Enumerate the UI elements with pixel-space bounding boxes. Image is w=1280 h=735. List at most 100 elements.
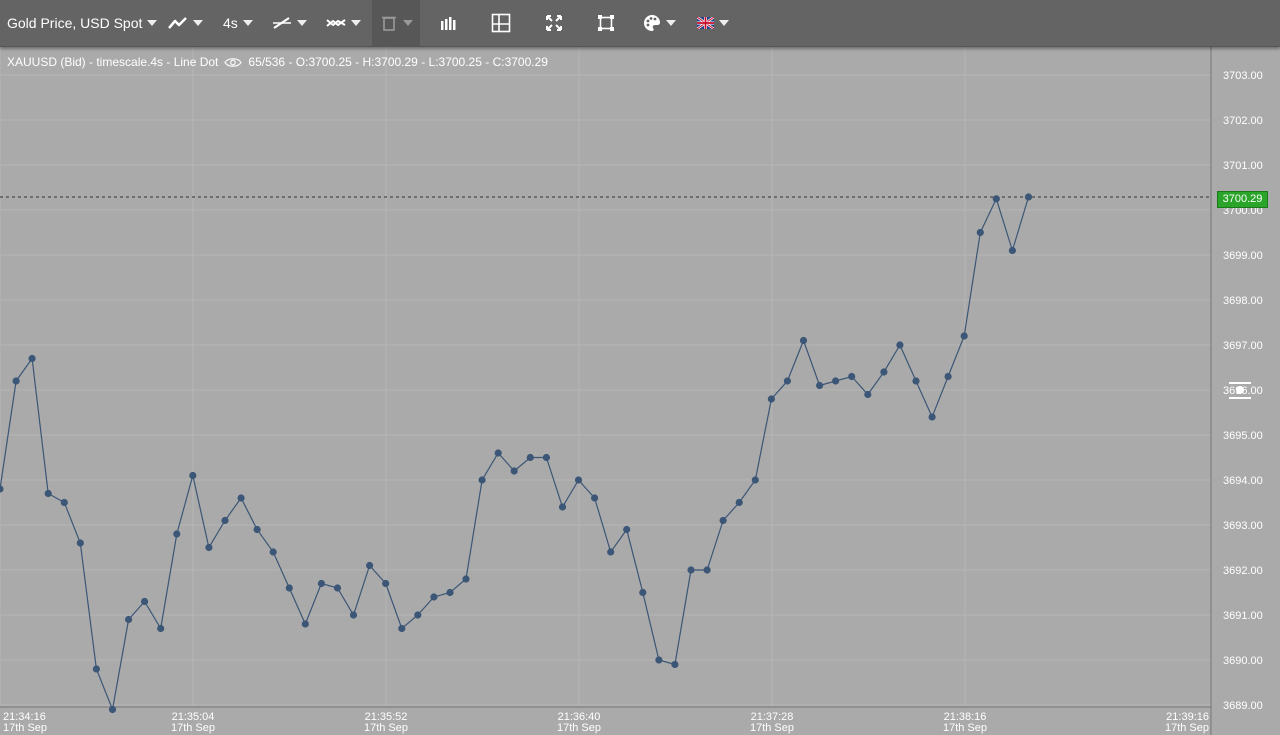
- price-point: [1008, 246, 1017, 255]
- chevron-down-icon: [242, 20, 253, 26]
- y-tick-label: 3692.00: [1223, 565, 1263, 577]
- price-point: [960, 332, 968, 340]
- price-point: [173, 530, 181, 538]
- compare-button[interactable]: [326, 0, 361, 46]
- price-point: [976, 228, 984, 237]
- instrument-selector[interactable]: Gold Price, USD Spot: [7, 0, 158, 46]
- bar-chart-icon: [441, 17, 456, 30]
- y-tick-label: 3703.00: [1223, 70, 1263, 82]
- drawing-tools-button[interactable]: [272, 0, 307, 46]
- chevron-down-icon: [193, 20, 203, 26]
- price-point: [623, 525, 631, 534]
- series-info: XAUUSD (Bid) - timescale.4s - Line Dot 6…: [7, 55, 548, 69]
- price-point: [832, 377, 840, 385]
- layout-button[interactable]: [491, 0, 511, 46]
- price-point: [848, 372, 856, 381]
- price-point: [44, 489, 52, 498]
- fullscreen-button[interactable]: [546, 0, 562, 46]
- price-point: [735, 498, 743, 507]
- chart-grid: [0, 47, 1212, 735]
- price-point: [382, 579, 390, 588]
- y-tick-label: 3690.00: [1223, 655, 1263, 667]
- price-point: [221, 516, 229, 525]
- price-point: [478, 476, 486, 484]
- price-point: [92, 665, 100, 673]
- trash-icon: [381, 16, 396, 31]
- uk-flag-icon: [697, 17, 714, 29]
- theme-button[interactable]: [643, 0, 676, 46]
- handle-bar: [1229, 397, 1251, 399]
- current-price-label: 3700.29: [1217, 191, 1268, 208]
- price-point: [12, 377, 20, 385]
- eye-icon[interactable]: [224, 57, 243, 68]
- price-point: [398, 624, 406, 633]
- price-point: [558, 503, 567, 511]
- instrument-label: Gold Price, USD Spot: [7, 15, 143, 31]
- x-tick-date: 17th Sep: [3, 722, 47, 734]
- price-point: [366, 561, 374, 570]
- price-point: [76, 539, 84, 547]
- price-point: [269, 548, 277, 556]
- handle-knob: [1236, 386, 1244, 394]
- price-point: [816, 381, 824, 390]
- price-point: [591, 494, 599, 502]
- palette-icon: [644, 15, 660, 31]
- language-selector[interactable]: [697, 0, 729, 46]
- price-point: [880, 368, 888, 376]
- delete-button[interactable]: [372, 0, 420, 46]
- price-point: [301, 620, 309, 628]
- compare-icon: [326, 19, 346, 27]
- price-point: [799, 336, 808, 345]
- series-ohlc: 65/536 - O:3700.25 - H:3700.29 - L:3700.…: [248, 55, 548, 69]
- chevron-down-icon: [402, 20, 413, 26]
- price-point: [992, 195, 1000, 203]
- y-tick-label: 3697.00: [1223, 340, 1263, 352]
- price-point: [125, 615, 133, 624]
- timeframe-selector[interactable]: 4s: [223, 0, 253, 46]
- fullscreen-icon: [546, 15, 562, 31]
- price-point: [414, 611, 422, 619]
- timeframe-label: 4s: [223, 15, 238, 31]
- price-point: [317, 579, 325, 588]
- price-point: [703, 566, 711, 574]
- price-point: [912, 377, 920, 385]
- price-point: [639, 588, 647, 597]
- chevron-down-icon: [147, 20, 158, 26]
- x-tick-date: 17th Sep: [1165, 722, 1209, 734]
- line-chart-icon: [168, 17, 187, 29]
- price-point: [719, 516, 727, 525]
- chart-type-button[interactable]: [168, 0, 203, 46]
- price-point: [349, 611, 358, 619]
- y-tick-label: 3689.00: [1223, 700, 1263, 712]
- layout-icon: [491, 13, 511, 33]
- price-point: [944, 372, 952, 381]
- y-tick-label: 3701.00: [1223, 160, 1263, 172]
- price-chart[interactable]: 3703.003702.003701.003700.003699.003698.…: [0, 0, 1280, 735]
- price-point: [526, 453, 534, 462]
- price-point: [446, 588, 454, 597]
- price-point: [60, 498, 68, 507]
- y-tick-label: 3693.00: [1223, 520, 1263, 532]
- price-point: [751, 476, 759, 484]
- price-point: [430, 593, 438, 601]
- series-symbol: XAUUSD (Bid) - timescale.4s - Line Dot: [7, 55, 219, 69]
- y-tick-label: 3699.00: [1223, 250, 1263, 262]
- price-point: [510, 467, 518, 475]
- price-point: [333, 584, 342, 592]
- price-point: [864, 390, 872, 399]
- y-tick-label: 3702.00: [1223, 115, 1263, 127]
- price-point: [205, 543, 213, 552]
- y-tick-label: 3691.00: [1223, 610, 1263, 622]
- price-point: [607, 548, 615, 556]
- price-line: [0, 196, 1030, 712]
- price-series: [0, 193, 1033, 714]
- x-tick-date: 17th Sep: [171, 722, 215, 734]
- price-point: [783, 377, 792, 385]
- line-style-icon: [273, 17, 291, 29]
- y-tick-label: 3698.00: [1223, 295, 1263, 307]
- chevron-down-icon: [351, 20, 361, 26]
- price-point: [928, 413, 936, 421]
- price-point: [141, 597, 149, 606]
- volume-button[interactable]: [440, 0, 456, 46]
- crop-button[interactable]: [597, 0, 615, 46]
